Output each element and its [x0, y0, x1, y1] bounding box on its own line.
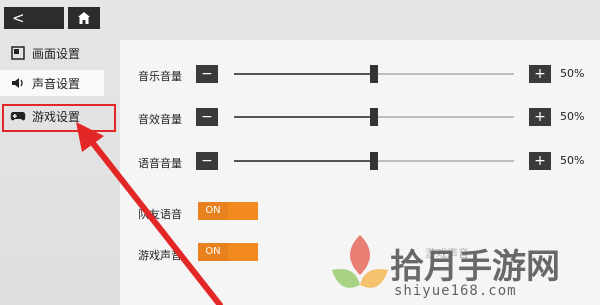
slider-fill [234, 116, 374, 118]
toggle-state: ON [198, 243, 228, 261]
home-button[interactable] [68, 7, 100, 29]
slider-thumb[interactable] [370, 108, 378, 126]
slider-fill [234, 160, 374, 162]
slider-fill [234, 73, 374, 75]
home-icon [78, 12, 90, 24]
slider-label: 音乐音量 [138, 70, 182, 83]
decrease-button[interactable]: − [196, 108, 218, 126]
toggle-track [228, 243, 258, 261]
watermark-title: 拾月手游网 [390, 247, 560, 287]
increase-button[interactable]: + [529, 65, 551, 83]
toggle-state: ON [198, 202, 228, 220]
decrease-button[interactable]: − [196, 65, 218, 83]
increase-button[interactable]: + [529, 152, 551, 170]
volume-percent: 50% [560, 110, 585, 123]
sidebar-item-label: 声音设置 [32, 76, 81, 91]
toggle-label: 游戏声音 [138, 249, 182, 262]
watermark-logo [332, 235, 388, 288]
sidebar: < 画面设置 声音设置 游戏设置 [0, 0, 120, 305]
slider-row-sfx: 音效音量 − + 50% [120, 108, 600, 128]
slider-row-voice: 语音音量 − + 50% [120, 152, 600, 172]
toggle-label: 队友语音 [138, 208, 182, 221]
back-icon: < [12, 9, 25, 27]
decrease-button[interactable]: − [196, 152, 218, 170]
sidebar-item-sound[interactable]: 声音设置 [0, 70, 104, 96]
highlight-box [2, 104, 116, 132]
sidebar-item-label: 画面设置 [32, 46, 81, 61]
speaker-icon [10, 76, 26, 90]
volume-percent: 50% [560, 67, 585, 80]
volume-slider[interactable] [234, 65, 514, 83]
increase-button[interactable]: + [529, 108, 551, 126]
watermark: 游戏声音 拾月手游网 shiyue168.com [300, 225, 600, 305]
slider-label: 音效音量 [138, 113, 182, 126]
volume-percent: 50% [560, 154, 585, 167]
toggle-row-team-voice: 队友语音 ON [120, 202, 600, 222]
toggle-track [228, 202, 258, 220]
watermark-url: shiyue168.com [394, 283, 517, 299]
sidebar-item-display[interactable]: 画面设置 [0, 40, 104, 66]
back-button[interactable]: < [4, 7, 64, 29]
slider-thumb[interactable] [370, 152, 378, 170]
volume-slider[interactable] [234, 108, 514, 126]
display-icon [10, 46, 26, 60]
team-voice-toggle[interactable]: ON [198, 202, 258, 220]
slider-row-music: 音乐音量 − + 50% [120, 65, 600, 85]
game-sound-toggle[interactable]: ON [198, 243, 258, 261]
slider-label: 语音音量 [138, 157, 182, 170]
slider-thumb[interactable] [370, 65, 378, 83]
volume-slider[interactable] [234, 152, 514, 170]
